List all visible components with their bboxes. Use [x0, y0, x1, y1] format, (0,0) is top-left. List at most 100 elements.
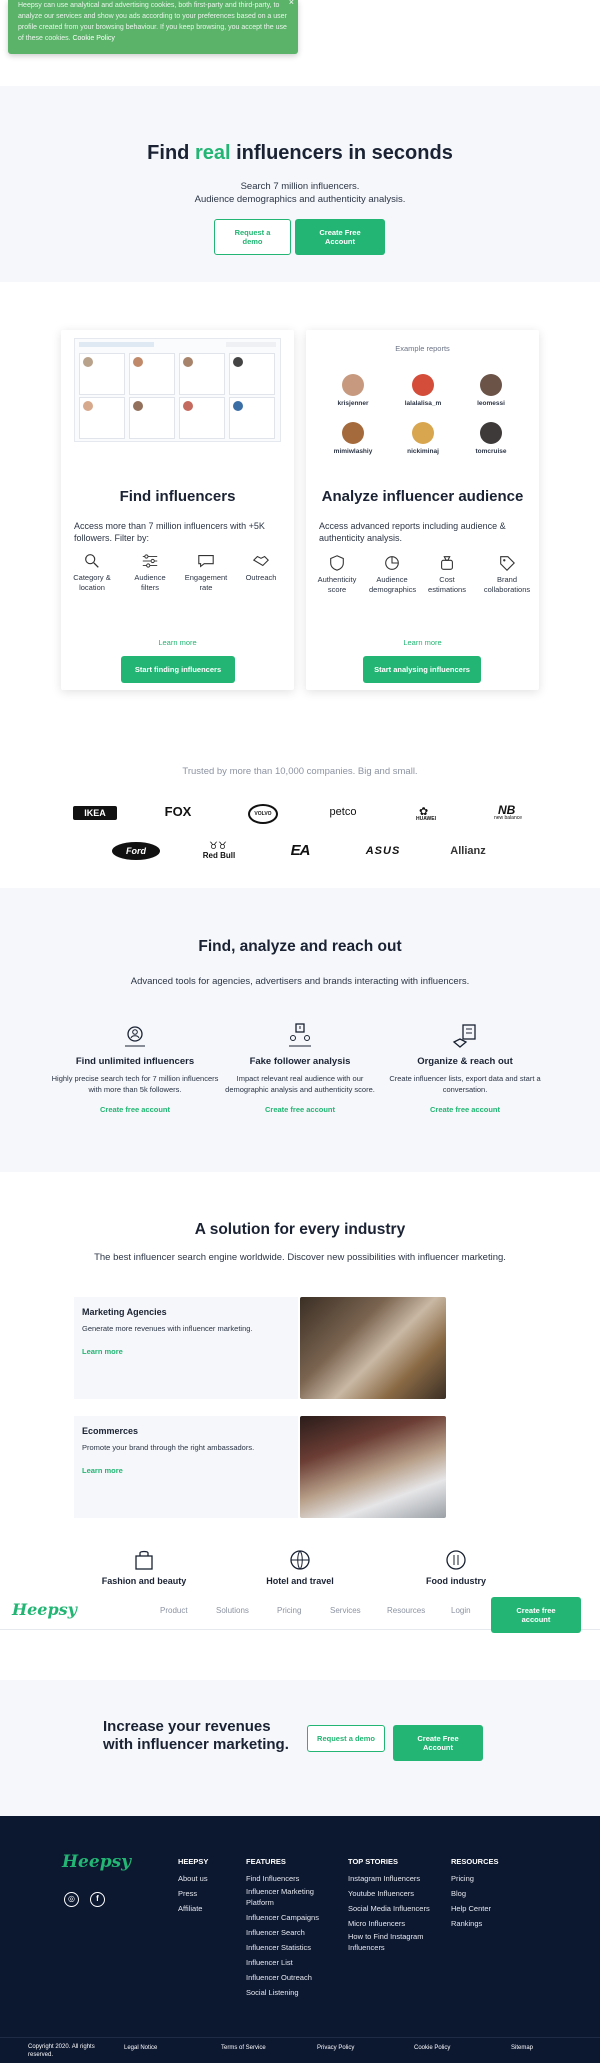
- example-reports-title: Example reports: [395, 344, 450, 353]
- create-free-account-button[interactable]: Create Free Account: [393, 1725, 483, 1761]
- learn-more-link[interactable]: Learn more: [61, 638, 294, 647]
- footer-bottom-bar: Copyright 2020. All rights reserved. Leg…: [0, 2037, 600, 2063]
- sitemap-link[interactable]: Sitemap: [511, 2045, 533, 2051]
- footer-link[interactable]: About us: [178, 1871, 208, 1886]
- request-demo-button[interactable]: Request a demo: [214, 219, 291, 255]
- find-influencers-card: Find influencers Access more than 7 mill…: [61, 330, 294, 690]
- footer-link[interactable]: Rankings: [451, 1916, 499, 1931]
- profile-avatar[interactable]: krisjenner: [323, 374, 383, 407]
- footer-link[interactable]: Affiliate: [178, 1901, 208, 1916]
- profile-avatar[interactable]: lalalalisa_m: [393, 374, 453, 407]
- nav-product[interactable]: Product: [160, 1606, 188, 1615]
- profile-avatar[interactable]: leomessi: [461, 374, 521, 407]
- footer-link[interactable]: Social Media Influencers: [348, 1901, 438, 1916]
- huawei-logo: ✿ HUAWEI: [416, 806, 436, 822]
- nav-resources[interactable]: Resources: [387, 1606, 425, 1615]
- avatar: [412, 422, 434, 444]
- footer-link[interactable]: Youtube Influencers: [348, 1886, 438, 1901]
- footer-link[interactable]: How to Find Instagram Influencers: [348, 1931, 438, 1953]
- footer-link[interactable]: Help Center: [451, 1901, 499, 1916]
- profile-avatar[interactable]: mimiwlashiy: [323, 422, 383, 455]
- cta-band: Increase your revenues with influencer m…: [0, 1680, 600, 1816]
- footer-link[interactable]: Blog: [451, 1886, 499, 1901]
- instagram-icon[interactable]: ◎: [64, 1892, 79, 1907]
- footer-link[interactable]: Influencer Campaigns: [246, 1910, 326, 1925]
- footer: Heepsy ◎ f HEEPSY About us Press Affilia…: [0, 1816, 600, 2037]
- footer-link[interactable]: Social Listening: [246, 1985, 326, 2000]
- request-demo-button[interactable]: Request a demo: [307, 1725, 385, 1752]
- industry-card-ecommerces: Ecommerces Promote your brand through th…: [74, 1416, 298, 1518]
- nav-pricing[interactable]: Pricing: [277, 1606, 301, 1615]
- industry-card-agencies: Marketing Agencies Generate more revenue…: [74, 1297, 298, 1399]
- footer-link[interactable]: Find Influencers: [246, 1871, 326, 1886]
- create-free-account-link[interactable]: Create free account: [50, 1105, 220, 1114]
- heepsy-logo[interactable]: Heepsy: [12, 1600, 77, 1619]
- shopping-bag-icon: [135, 1550, 153, 1570]
- footer-link[interactable]: Influencer Marketing Platform: [246, 1886, 326, 1908]
- profile-avatar[interactable]: tomcruise: [461, 422, 521, 455]
- analyze-audience-card: Example reports krisjenner lalalalisa_m …: [306, 330, 539, 690]
- avatar: [342, 422, 364, 444]
- footer-link[interactable]: Influencer Statistics: [246, 1940, 326, 1955]
- footer-link[interactable]: Influencer List: [246, 1955, 326, 1970]
- nav-login[interactable]: Login: [451, 1606, 471, 1615]
- magnifier-people-icon: [125, 1026, 145, 1047]
- footer-link[interactable]: Influencer Outreach: [246, 1970, 326, 1985]
- create-free-account-button[interactable]: Create Free Account: [295, 219, 385, 255]
- industry-food[interactable]: Food industry: [396, 1548, 516, 1586]
- cookie-banner: × Heepsy can use analytical and advertis…: [8, 0, 298, 54]
- tag-icon: [500, 556, 515, 571]
- learn-more-link[interactable]: Learn more: [82, 1466, 123, 1475]
- card-description: Access more than 7 million influencers w…: [74, 521, 265, 543]
- cookie-text: Heepsy can use analytical and advertisin…: [18, 2, 287, 42]
- section-title: Find, analyze and reach out: [198, 938, 402, 955]
- hero-title: Find real influencers in seconds: [147, 142, 453, 164]
- feature-outreach: Outreach: [238, 552, 284, 583]
- industry-travel[interactable]: Hotel and travel: [240, 1548, 360, 1586]
- industry-fashion[interactable]: Fashion and beauty: [84, 1548, 204, 1586]
- learn-more-link[interactable]: Learn more: [306, 638, 539, 647]
- handshake-icon: [252, 555, 269, 567]
- nav-services[interactable]: Services: [330, 1606, 361, 1615]
- footer-link[interactable]: Influencer Search: [246, 1925, 326, 1940]
- feature-column: Fake follower analysis Impact relevant r…: [215, 1022, 385, 1114]
- learn-more-link[interactable]: Learn more: [82, 1347, 123, 1356]
- hand-list-icon: [452, 1024, 476, 1048]
- plate-icon: [446, 1550, 466, 1570]
- hero-subtitle: Search 7 million influencers. Audience d…: [194, 181, 406, 205]
- asus-logo: ASUS: [365, 845, 401, 857]
- legal-notice-link[interactable]: Legal Notice: [124, 2045, 157, 2051]
- create-free-account-link[interactable]: Create free account: [215, 1105, 385, 1114]
- shield-icon: [330, 555, 344, 571]
- footer-link[interactable]: Micro Influencers: [348, 1916, 438, 1931]
- cookie-policy-link[interactable]: Cookie Policy: [414, 2045, 450, 2051]
- volvo-logo: VOLVO: [248, 804, 278, 824]
- section-title: A solution for every industry: [194, 1221, 406, 1238]
- footer-col-resources: RESOURCES Pricing Blog Help Center Ranki…: [451, 1854, 499, 1931]
- facebook-icon[interactable]: f: [90, 1892, 105, 1907]
- start-finding-button[interactable]: Start finding influencers: [121, 656, 235, 683]
- feature-authenticity: Authenticity score: [314, 554, 360, 595]
- footer-logo[interactable]: Heepsy: [62, 1852, 131, 1872]
- create-free-account-link[interactable]: Create free account: [380, 1105, 550, 1114]
- close-icon[interactable]: ×: [289, 0, 294, 8]
- feature-category: Category & location: [69, 552, 115, 593]
- trusted-title: Trusted by more than 10,000 companies. B…: [182, 766, 418, 777]
- bulls-icon: ♉♉: [209, 841, 227, 852]
- nav-create-account-button[interactable]: Create free account: [491, 1597, 581, 1633]
- hero-section: Find real influencers in seconds Search …: [0, 86, 600, 282]
- start-analysing-button[interactable]: Start analysing influencers: [363, 656, 481, 683]
- top-navbar: Heepsy Product Solutions Pricing Service…: [0, 1592, 600, 1633]
- money-bag-icon: [441, 556, 453, 570]
- nav-solutions[interactable]: Solutions: [216, 1606, 249, 1615]
- feature-cost: Cost estimations: [424, 554, 470, 595]
- footer-link[interactable]: Instagram Influencers: [348, 1871, 438, 1886]
- terms-link[interactable]: Terms of Service: [221, 2045, 266, 2051]
- footer-link[interactable]: Press: [178, 1886, 208, 1901]
- footer-col-features: FEATURES Find Influencers Influencer Mar…: [246, 1854, 326, 2000]
- profile-avatar[interactable]: nickiminaj: [393, 422, 453, 455]
- ikea-logo: IKEA: [73, 806, 117, 820]
- footer-link[interactable]: Pricing: [451, 1871, 499, 1886]
- privacy-link[interactable]: Privacy Policy: [317, 2045, 354, 2051]
- cookie-policy-link[interactable]: Cookie Policy: [72, 35, 114, 42]
